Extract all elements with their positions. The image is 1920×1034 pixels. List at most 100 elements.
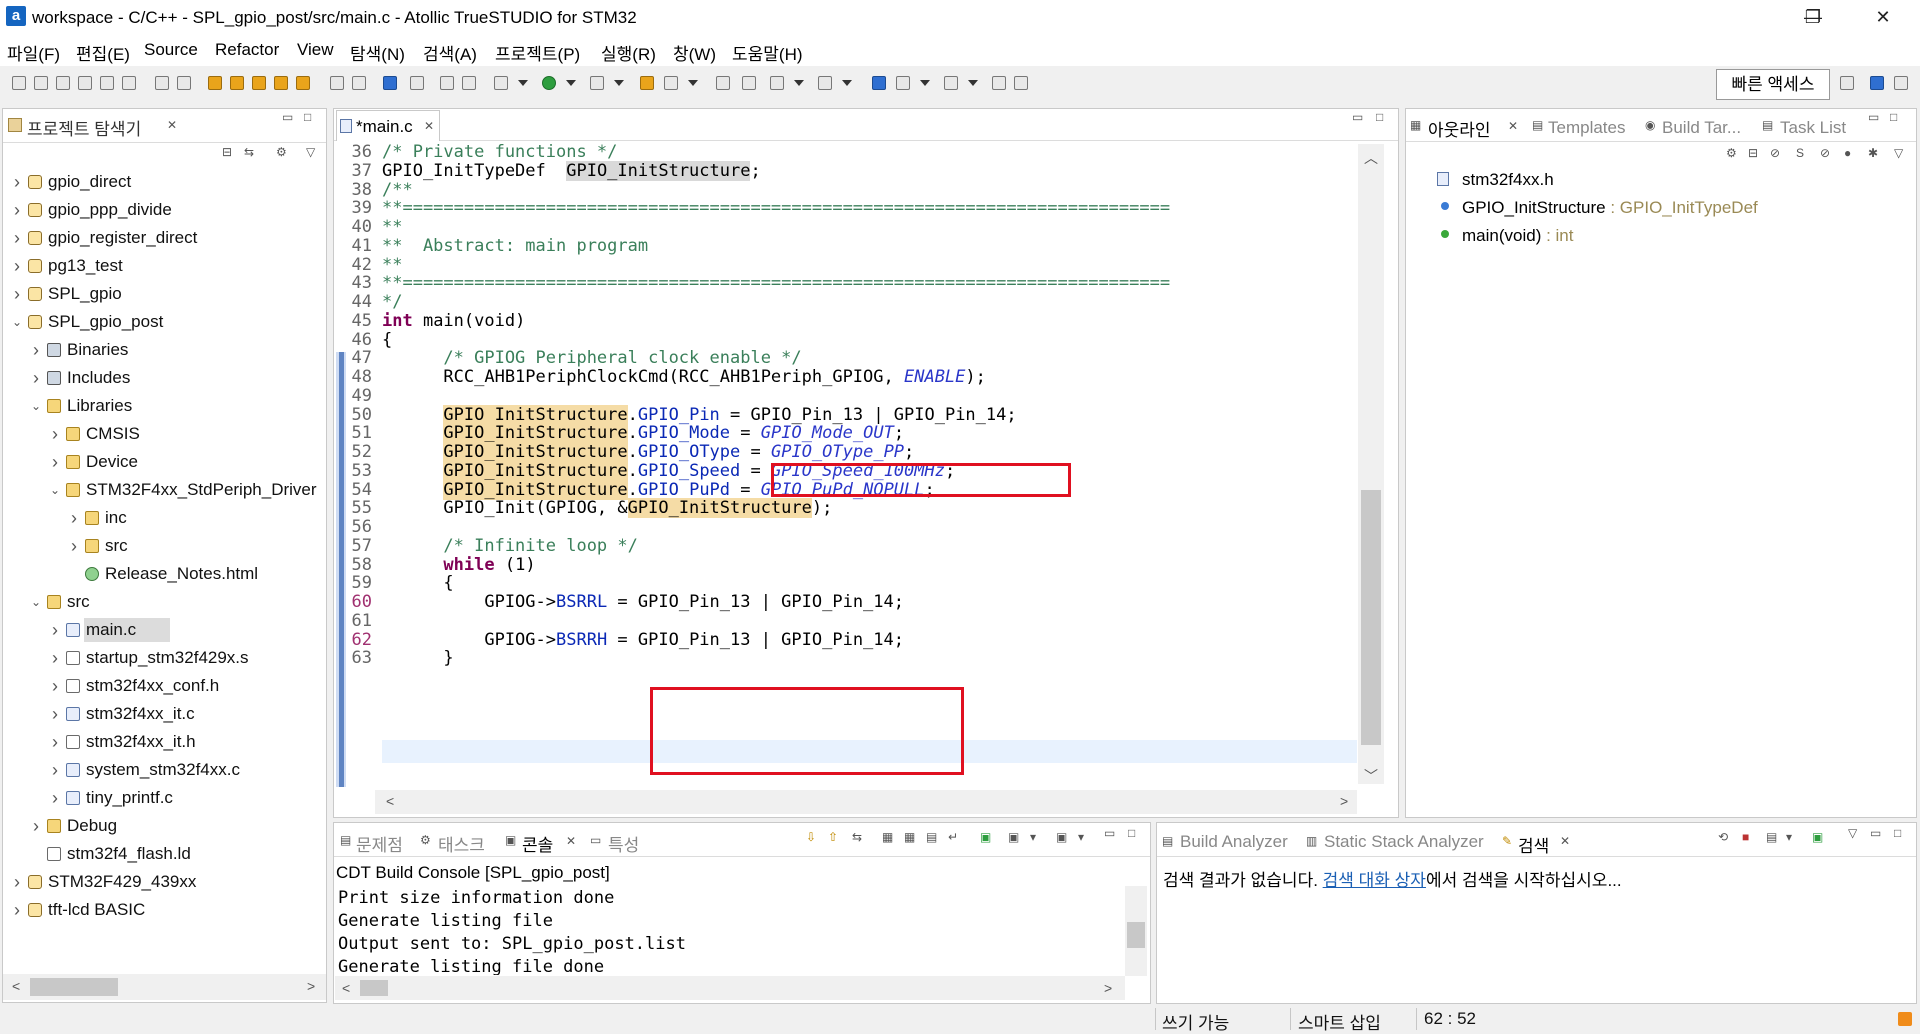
chevron-right-icon[interactable]: › (29, 812, 43, 840)
close-outline-icon[interactable]: ✕ (1508, 119, 1518, 133)
editor-hscrollbar[interactable] (375, 790, 1357, 814)
outline-item-include[interactable]: stm32f4xx.h (1462, 170, 1554, 190)
open-console-icon[interactable]: ▣ (1056, 830, 1067, 844)
code-line[interactable]: /* Private functions */ (382, 142, 617, 162)
display-dropdown-icon[interactable]: ▾ (1030, 830, 1036, 844)
hide-nonpublic-icon[interactable]: ⊘ (1820, 146, 1830, 160)
tab-task-list[interactable]: Task List (1780, 118, 1846, 138)
tree-item[interactable]: › Debug (0, 812, 320, 840)
code-line[interactable]: GPIO_InitTypeDef GPIO_InitStructure; (382, 160, 761, 181)
minimize-console-icon[interactable]: ▭ (1104, 826, 1115, 840)
code-line[interactable]: int main(void) (382, 311, 525, 331)
code-line[interactable]: GPIO_Init(GPIOG, &GPIO_InitStructure); (382, 498, 832, 519)
editor-scroll-left-icon[interactable]: < (386, 793, 394, 809)
tab-templates[interactable]: Templates (1548, 118, 1625, 138)
word-wrap-icon[interactable]: ↵ (948, 830, 958, 844)
history-dropdown-icon[interactable]: ▾ (1786, 830, 1792, 844)
maximize-button[interactable]: ❐ (1790, 0, 1836, 34)
hide-static-icon[interactable]: S (1796, 146, 1804, 160)
next-error-icon[interactable]: ⇩ (806, 830, 816, 844)
code-line[interactable]: /* GPIOG Peripheral clock enable */ (382, 348, 801, 368)
close-console-icon[interactable]: ✕ (566, 834, 576, 848)
link-outline-icon[interactable]: ● (1844, 146, 1851, 160)
search-view-menu-icon[interactable]: ▽ (1848, 826, 1857, 840)
hide-fields-icon[interactable]: ⊘ (1770, 146, 1780, 160)
code-line[interactable]: ** Abstract: main program (382, 236, 648, 256)
code-line[interactable]: } (382, 648, 453, 668)
code-line[interactable]: ** (382, 255, 402, 275)
tree-item[interactable]: stm32f4_flash.ld (0, 840, 320, 868)
refresh-search-icon[interactable]: ⟲ (1718, 830, 1728, 844)
tab-outline[interactable]: 아웃라인 (1428, 116, 1491, 141)
search-dialog-link[interactable]: 검색 대화 상자 (1323, 871, 1426, 890)
maximize-console-icon[interactable]: □ (1128, 826, 1135, 840)
scroll-right-icon[interactable]: > (307, 978, 315, 994)
code-line[interactable]: GPIO_InitStructure.GPIO_OType = GPIO_OTy… (382, 442, 914, 462)
chevron-right-icon[interactable]: › (10, 896, 24, 924)
tab-problems[interactable]: 문제점 (356, 831, 403, 856)
console-hscrollbar[interactable] (335, 976, 1125, 1000)
tree-item[interactable]: › STM32F429_439xx (0, 868, 320, 896)
maximize-search-icon[interactable]: □ (1894, 826, 1901, 840)
code-area[interactable]: 36 /* Private functions */ 37 GPIO_InitType… (0, 0, 1400, 800)
outline-item-variable[interactable]: GPIO_InitStructure : GPIO_InitTypeDef (1462, 198, 1758, 218)
code-line[interactable]: { (382, 573, 453, 593)
prev-error-icon[interactable]: ⇧ (828, 830, 838, 844)
code-line[interactable]: GPIOG->BSRRH = GPIO_Pin_13 | GPIO_Pin_14… (382, 630, 904, 650)
quick-access-field[interactable]: 빠른 액세스 (1716, 69, 1830, 100)
tab-console[interactable]: 콘솔 (522, 831, 553, 856)
console-scroll-right-icon[interactable]: > (1104, 980, 1112, 996)
notification-icon[interactable] (1898, 1012, 1912, 1026)
chevron-right-icon[interactable]: › (10, 868, 24, 896)
code-line[interactable]: */ (382, 292, 402, 312)
minimize-outline-icon[interactable]: ▭ (1868, 110, 1879, 124)
code-line[interactable]: GPIO_InitStructure.GPIO_Mode = GPIO_Mode… (382, 423, 904, 444)
tab-search[interactable]: 검색 (1518, 832, 1549, 857)
pin-console-icon[interactable]: ▣ (980, 830, 991, 844)
console-hscroll-thumb[interactable] (360, 980, 388, 996)
clear-console-icon[interactable]: ▤ (926, 830, 937, 844)
close-search-icon[interactable]: ✕ (1560, 834, 1570, 848)
tab-build-analyzer[interactable]: Build Analyzer (1180, 832, 1288, 852)
editor-scroll-right-icon[interactable]: > (1340, 793, 1348, 809)
pin-search-icon[interactable]: ▣ (1812, 830, 1823, 844)
debug-perspective-icon[interactable] (1894, 76, 1908, 90)
explorer-hscroll-thumb[interactable] (30, 978, 118, 996)
sort-icon[interactable]: ⚙ (1726, 146, 1737, 160)
scroll-down-icon[interactable]: ﹀ (1364, 766, 1378, 786)
code-line[interactable]: ** (382, 217, 402, 237)
console-vscroll-thumb[interactable] (1127, 922, 1145, 948)
cancel-search-icon[interactable]: ■ (1742, 830, 1749, 844)
code-line[interactable]: while (1) (382, 555, 535, 575)
search-history-icon[interactable]: ▤ (1766, 830, 1777, 844)
code-line[interactable]: /** (382, 180, 413, 200)
tab-build-targets[interactable]: Build Tar... (1662, 118, 1741, 138)
outline-item-main[interactable]: main(void) : int (1462, 226, 1573, 246)
tab-static-stack-analyzer[interactable]: Static Stack Analyzer (1324, 832, 1484, 852)
tab-properties[interactable]: 특성 (608, 831, 639, 856)
display-console-icon[interactable]: ▣ (1008, 830, 1019, 844)
editor-vscroll-thumb[interactable] (1361, 490, 1381, 745)
code-line[interactable]: GPIOG->BSRRL = GPIO_Pin_13 | GPIO_Pin_14… (382, 592, 904, 612)
code-line[interactable]: RCC_AHB1PeriphClockCmd(RCC_AHB1Periph_GP… (382, 367, 985, 387)
scroll-left-icon[interactable]: < (12, 978, 20, 994)
code-line[interactable]: **======================================… (382, 273, 1170, 293)
code-line[interactable]: { (382, 330, 392, 350)
outline-view-menu-icon[interactable]: ▽ (1894, 146, 1903, 160)
code-line[interactable]: GPIO_InitStructure.GPIO_Pin = GPIO_Pin_1… (382, 404, 1017, 425)
minimize-search-icon[interactable]: ▭ (1870, 826, 1881, 840)
collapse-outline-icon[interactable]: ⊟ (1748, 146, 1758, 160)
open-perspective-icon[interactable] (1840, 76, 1854, 90)
close-button[interactable]: ✕ (1860, 0, 1906, 34)
maximize-outline-icon[interactable]: □ (1890, 110, 1897, 124)
code-line[interactable]: **======================================… (382, 198, 1170, 218)
tab-tasks[interactable]: 태스크 (438, 831, 485, 856)
scroll-lock-icon[interactable]: ⇆ (852, 830, 862, 844)
console-scroll-left-icon[interactable]: < (342, 980, 350, 996)
cpp-perspective-icon[interactable] (1870, 76, 1884, 90)
hide-members-icon[interactable]: ✱ (1868, 146, 1878, 160)
scroll-up-icon[interactable]: ︿ (1364, 148, 1378, 168)
copy-icon[interactable]: ▦ (882, 830, 893, 844)
tree-item[interactable]: › tft-lcd BASIC (0, 896, 320, 924)
paste-icon[interactable]: ▦ (904, 830, 915, 844)
